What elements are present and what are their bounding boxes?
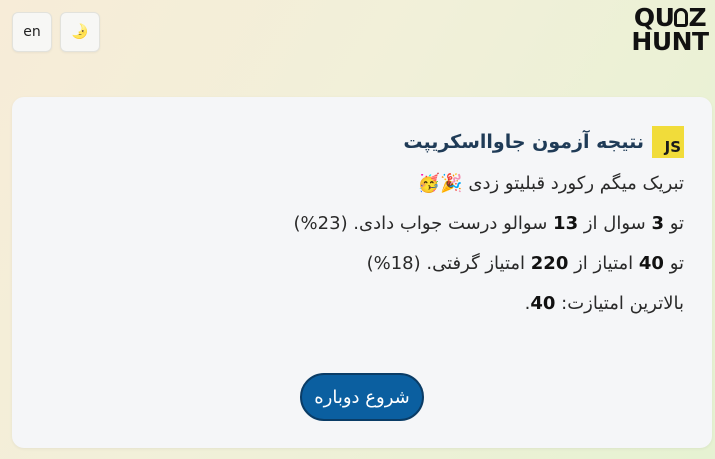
quizhunt-logo[interactable]: QU Z HUNT xyxy=(629,5,711,56)
javascript-icon: JS xyxy=(652,126,684,158)
best-score-value: 40 xyxy=(530,293,556,314)
bulb-icon xyxy=(674,8,689,27)
logo-text-2: HUNT xyxy=(631,27,709,56)
result-card: JS نتیجه آزمون جاوااسکریپت تبریک میگم رک… xyxy=(12,97,712,448)
congrats-message: تبریک میگم رکورد قبلیتو زدی 🎉🥳 xyxy=(417,173,684,194)
moon-icon[interactable]: 🌛 xyxy=(60,12,100,52)
correct-answers-line: تو 3 سوال از 13 سوالو درست جواب دادی. (2… xyxy=(293,213,684,234)
top-controls: en 🌛 xyxy=(12,12,100,52)
result-title: نتیجه آزمون جاوااسکریپت xyxy=(403,131,644,153)
result-title-row: JS نتیجه آزمون جاوااسکریپت xyxy=(44,125,684,159)
score-line: تو 40 امتیاز از 220 امتیاز گرفتی. (18%) xyxy=(366,253,684,274)
question-total: 13 xyxy=(553,213,579,234)
score-total: 220 xyxy=(530,253,569,274)
restart-button[interactable]: شروع دوباره xyxy=(300,373,424,421)
language-button[interactable]: en xyxy=(12,12,52,52)
correct-count: 3 xyxy=(651,213,664,234)
score-value: 40 xyxy=(638,253,664,274)
best-score-line: بالاترین امتیازت: 40. xyxy=(524,293,684,314)
